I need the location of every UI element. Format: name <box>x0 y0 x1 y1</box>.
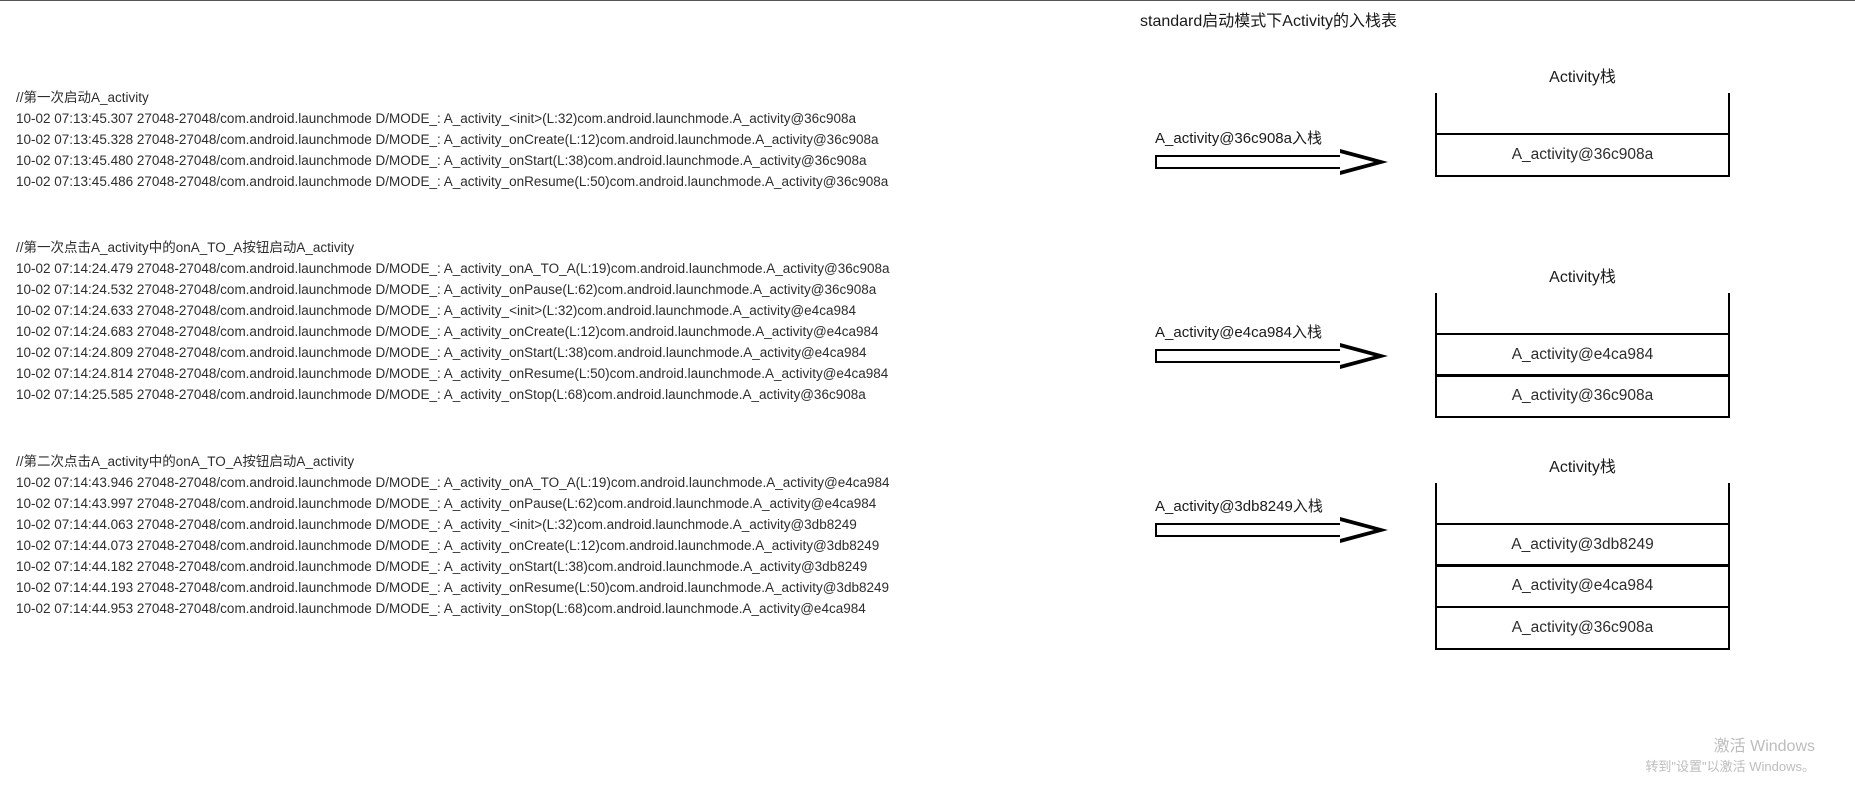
windows-activation-watermark: 激活 Windows 转到"设置"以激活 Windows。 <box>1645 737 1815 777</box>
push-arrow-2: A_activity@e4ca984入栈 <box>1155 321 1405 366</box>
log-line: 10-02 07:14:24.683 27048-27048/com.andro… <box>16 321 890 342</box>
activity-stack-1: Activity栈 A_activity@36c908a <box>1435 63 1730 177</box>
log-line: 10-02 07:14:25.585 27048-27048/com.andro… <box>16 384 890 405</box>
stack-open-top <box>1435 483 1730 525</box>
log-comment: //第二次点击A_activity中的onA_TO_A按钮启动A_activit… <box>16 451 890 472</box>
log-block-2: //第一次点击A_activity中的onA_TO_A按钮启动A_activit… <box>16 237 890 405</box>
push-arrow-1: A_activity@36c908a入栈 <box>1155 127 1405 172</box>
log-line: 10-02 07:14:43.946 27048-27048/com.andro… <box>16 472 890 493</box>
log-line: 10-02 07:13:45.480 27048-27048/com.andro… <box>16 150 888 171</box>
log-line: 10-02 07:14:43.997 27048-27048/com.andro… <box>16 493 890 514</box>
stack-cell: A_activity@3db8249 <box>1435 523 1730 567</box>
arrow-label: A_activity@36c908a入栈 <box>1155 127 1405 148</box>
push-arrow-3: A_activity@3db8249入栈 <box>1155 495 1405 540</box>
stack-cell: A_activity@36c908a <box>1435 374 1730 418</box>
log-line: 10-02 07:14:44.063 27048-27048/com.andro… <box>16 514 890 535</box>
log-line: 10-02 07:14:44.953 27048-27048/com.andro… <box>16 598 890 619</box>
log-block-3: //第二次点击A_activity中的onA_TO_A按钮启动A_activit… <box>16 451 890 619</box>
log-comment: //第一次点击A_activity中的onA_TO_A按钮启动A_activit… <box>16 237 890 258</box>
log-line: 10-02 07:14:44.073 27048-27048/com.andro… <box>16 535 890 556</box>
activity-stack-2: Activity栈 A_activity@e4ca984 A_activity@… <box>1435 263 1730 418</box>
stack-cell: A_activity@e4ca984 <box>1435 564 1730 608</box>
stack-open-top <box>1435 293 1730 335</box>
log-block-1: //第一次启动A_activity 10-02 07:13:45.307 270… <box>16 87 888 192</box>
log-line: 10-02 07:14:44.182 27048-27048/com.andro… <box>16 556 890 577</box>
stack-title: Activity栈 <box>1435 263 1730 287</box>
stack-title: Activity栈 <box>1435 63 1730 87</box>
arrow-icon <box>1155 152 1405 172</box>
log-line: 10-02 07:13:45.307 27048-27048/com.andro… <box>16 108 888 129</box>
stack-open-top <box>1435 93 1730 135</box>
log-line: 10-02 07:14:44.193 27048-27048/com.andro… <box>16 577 890 598</box>
activity-stack-3: Activity栈 A_activity@3db8249 A_activity@… <box>1435 453 1730 650</box>
stack-cell: A_activity@e4ca984 <box>1435 333 1730 377</box>
arrow-label: A_activity@3db8249入栈 <box>1155 495 1405 516</box>
log-line: 10-02 07:14:24.532 27048-27048/com.andro… <box>16 279 890 300</box>
stack-cell: A_activity@36c908a <box>1435 606 1730 650</box>
diagram-title: standard启动模式下Activity的入栈表 <box>1140 7 1397 31</box>
watermark-line1: 激活 Windows <box>1645 737 1815 757</box>
watermark-line2: 转到"设置"以激活 Windows。 <box>1645 757 1815 777</box>
arrow-icon <box>1155 346 1405 366</box>
arrow-label: A_activity@e4ca984入栈 <box>1155 321 1405 342</box>
log-comment: //第一次启动A_activity <box>16 87 888 108</box>
stack-title: Activity栈 <box>1435 453 1730 477</box>
log-line: 10-02 07:14:24.479 27048-27048/com.andro… <box>16 258 890 279</box>
log-line: 10-02 07:14:24.814 27048-27048/com.andro… <box>16 363 890 384</box>
log-line: 10-02 07:13:45.328 27048-27048/com.andro… <box>16 129 888 150</box>
stack-cell: A_activity@36c908a <box>1435 133 1730 177</box>
log-line: 10-02 07:13:45.486 27048-27048/com.andro… <box>16 171 888 192</box>
log-line: 10-02 07:14:24.809 27048-27048/com.andro… <box>16 342 890 363</box>
log-line: 10-02 07:14:24.633 27048-27048/com.andro… <box>16 300 890 321</box>
arrow-icon <box>1155 520 1405 540</box>
